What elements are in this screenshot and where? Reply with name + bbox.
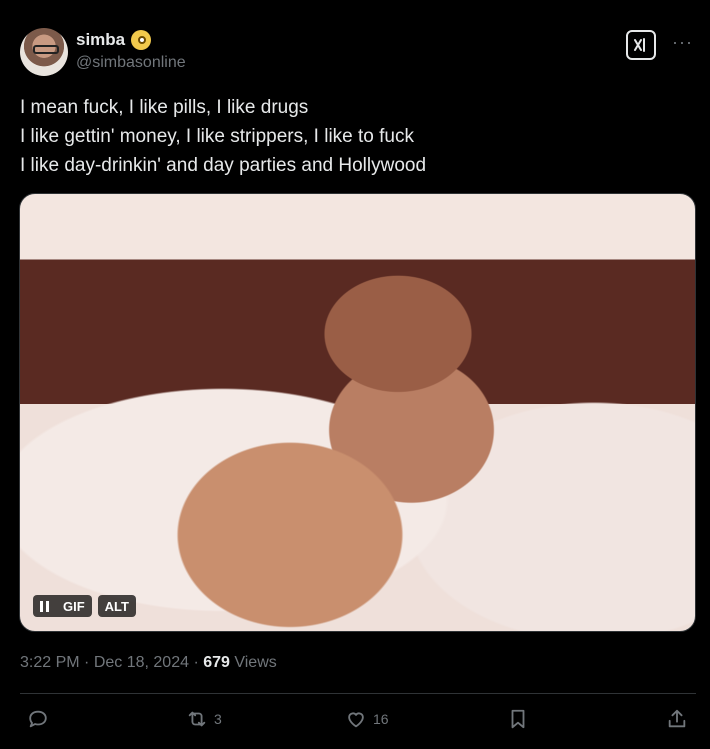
views-label: Views	[229, 654, 277, 671]
bookmark-icon	[511, 709, 525, 729]
reply-button[interactable]	[27, 708, 55, 730]
display-name[interactable]: simba	[76, 30, 125, 50]
tweet-date[interactable]: Dec 18, 2024	[94, 654, 189, 671]
like-count: 16	[373, 711, 389, 727]
grok-glyph-icon	[634, 38, 645, 52]
alt-badge[interactable]: ALT	[97, 595, 136, 617]
user-handle[interactable]: @simbasonline	[76, 54, 186, 72]
tweet-metadata: 3:22 PM · Dec 18, 2024 · 679 Views	[20, 654, 277, 672]
grok-icon[interactable]	[626, 30, 656, 60]
tweet-text: I mean fuck, I like pills, I like drugs …	[20, 93, 690, 180]
dizzy-face-emoji-icon	[131, 30, 152, 50]
more-options-icon[interactable]: ···	[672, 32, 693, 53]
heart-icon	[348, 712, 364, 728]
avatar-glasses	[33, 45, 59, 54]
divider	[20, 693, 696, 694]
share-button[interactable]	[666, 708, 688, 730]
gif-media[interactable]	[19, 193, 696, 632]
action-bar: 3 16	[0, 708, 710, 738]
tweet-time[interactable]: 3:22 PM	[20, 654, 80, 671]
gif-badge: GIF	[63, 598, 85, 614]
retweet-icon	[188, 711, 206, 727]
share-icon	[668, 709, 686, 728]
pause-icon[interactable]	[33, 595, 56, 617]
tweet-line: I mean fuck, I like pills, I like drugs	[20, 97, 309, 118]
gif-controls[interactable]: GIF	[33, 595, 92, 617]
like-button[interactable]: 16	[345, 708, 389, 730]
tweet-line: I like day-drinkin' and day parties and …	[20, 155, 427, 176]
separator: ·	[189, 654, 204, 671]
views-count: 679	[203, 654, 230, 671]
user-name-row: simba	[76, 30, 152, 50]
reply-icon	[29, 710, 47, 728]
retweet-count: 3	[214, 711, 222, 727]
media-badges: GIF ALT	[33, 595, 136, 617]
bookmark-button[interactable]	[507, 708, 529, 730]
separator: ·	[79, 654, 94, 671]
avatar[interactable]	[20, 28, 68, 76]
tweet-line: I like gettin' money, I like strippers, …	[20, 126, 414, 147]
retweet-button[interactable]: 3	[186, 708, 222, 730]
